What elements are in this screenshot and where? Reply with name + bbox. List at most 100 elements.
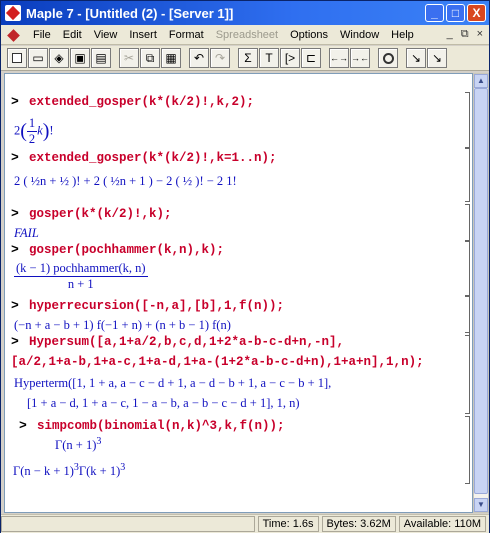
command-input[interactable]: gosper(k*(k/2)!,k); bbox=[29, 207, 172, 221]
undo-icon: ↶ bbox=[193, 51, 205, 65]
status-available: Available: 110M bbox=[398, 516, 486, 532]
status-bytes: Bytes: 3.62M bbox=[321, 516, 396, 532]
command-input[interactable]: gosper(pochhammer(k,n),k); bbox=[29, 243, 224, 257]
command-input[interactable]: hyperrecursion([-n,a],[b],1,f(n)); bbox=[29, 299, 284, 313]
exponent: 3 bbox=[96, 436, 102, 447]
stop-icon bbox=[382, 52, 394, 64]
zoom-out-button[interactable]: ↘ bbox=[427, 48, 447, 68]
document-icon[interactable] bbox=[7, 28, 21, 42]
denominator: 2 bbox=[28, 132, 36, 146]
doc-restore-button[interactable]: ⧉ bbox=[461, 28, 469, 41]
redo-button[interactable]: ↷ bbox=[210, 48, 230, 68]
command-input[interactable]: Hypersum([a,1+a/2,b,c,d,1+2*a-b-c-d+n,-n… bbox=[29, 335, 344, 349]
zoom-in-button[interactable]: ↘ bbox=[406, 48, 426, 68]
scroll-down-arrow-icon[interactable]: ▼ bbox=[474, 498, 488, 512]
status-message bbox=[1, 516, 255, 532]
paste-icon: ▦ bbox=[165, 51, 177, 65]
group-bracket[interactable] bbox=[465, 332, 470, 414]
doc-close-button[interactable]: × bbox=[477, 28, 483, 41]
fraction: 12 bbox=[26, 116, 38, 147]
menu-edit[interactable]: Edit bbox=[57, 29, 88, 41]
text-input-button[interactable]: T bbox=[259, 48, 279, 68]
zoom-out-icon: ↘ bbox=[431, 51, 443, 65]
prompt: > bbox=[11, 334, 19, 349]
worksheet[interactable]: > extended_gosper(k*(k/2)!,k,2); 2(1 2 k)!… bbox=[4, 73, 473, 513]
output-6a: Hyperterm([1, 1 + a, a − c − d + 1, a − … bbox=[14, 376, 332, 390]
output-2: 2 ( ½n + ½ )! + 2 ( ½n + 1 ) − 2 ( ½ )! … bbox=[14, 174, 237, 188]
maple-window: Maple 7 - [Untitled (2) - [Server 1]] _ … bbox=[0, 0, 490, 533]
open-url-button[interactable]: ◈ bbox=[49, 48, 69, 68]
maximize-button[interactable]: □ bbox=[446, 4, 465, 22]
menu-window[interactable]: Window bbox=[334, 29, 385, 41]
menu-insert[interactable]: Insert bbox=[123, 29, 163, 41]
gamma-term: Γ(n + 1) bbox=[55, 438, 97, 453]
text-icon: T bbox=[265, 51, 273, 65]
prompt: > bbox=[11, 206, 19, 221]
indent-right-button[interactable]: →← bbox=[350, 48, 370, 68]
cut-button[interactable]: ✂ bbox=[119, 48, 139, 68]
group-bracket[interactable] bbox=[465, 148, 470, 202]
open-folder-icon: ▭ bbox=[32, 51, 44, 65]
command-input-continued[interactable]: [a/2,1+a-b,1+a-c,1+a-d,1+a-(1+2*a-b-c-d+… bbox=[11, 355, 424, 369]
command-input[interactable]: simpcomb(binomial(n,k)^3,k,f(n)); bbox=[37, 419, 285, 433]
numerator: 1 bbox=[26, 116, 38, 132]
numerator: (k − 1) pochhammer(k, n) bbox=[14, 261, 148, 277]
vertical-scrollbar[interactable]: ▲ ▼ bbox=[473, 73, 489, 513]
output-7-numerator: Γ(n + 1)3 bbox=[55, 436, 101, 453]
menu-help[interactable]: Help bbox=[385, 29, 420, 41]
new-file-icon bbox=[12, 53, 22, 63]
output-text: ! bbox=[49, 123, 54, 138]
maple-leaf-icon bbox=[5, 5, 21, 21]
menu-file[interactable]: File bbox=[27, 29, 57, 41]
math-input-button[interactable]: Σ bbox=[238, 48, 258, 68]
paste-button[interactable]: ▦ bbox=[161, 48, 181, 68]
group-bracket[interactable] bbox=[465, 296, 470, 336]
denominator: n + 1 bbox=[67, 277, 94, 291]
undo-button[interactable]: ↶ bbox=[189, 48, 209, 68]
indent-left-button[interactable]: ←→ bbox=[329, 48, 349, 68]
group-bracket[interactable] bbox=[465, 416, 470, 484]
prompt: > bbox=[11, 150, 19, 165]
minimize-button[interactable]: _ bbox=[425, 4, 444, 22]
output-7-denominator: Γ(n − k + 1)3Γ(k + 1)3 bbox=[13, 462, 125, 479]
group-bracket[interactable] bbox=[465, 240, 470, 296]
insert-section-button[interactable]: ⊏ bbox=[301, 48, 321, 68]
status-bar: Time: 1.6s Bytes: 3.62M Available: 110M bbox=[1, 514, 489, 533]
menu-spreadsheet[interactable]: Spreadsheet bbox=[210, 29, 284, 41]
output-3: FAIL bbox=[14, 226, 39, 240]
menu-options[interactable]: Options bbox=[284, 29, 334, 41]
scroll-up-arrow-icon[interactable]: ▲ bbox=[474, 74, 488, 88]
group-icon: [> bbox=[284, 51, 296, 65]
command-input[interactable]: extended_gosper(k*(k/2)!,k,2); bbox=[29, 95, 254, 109]
menu-bar: File Edit View Insert Format Spreadsheet… bbox=[1, 25, 489, 45]
toolbar: ▭ ◈ ▣ ▤ ✂ ⧉ ▦ ↶ ↷ Σ T [> ⊏ ←→ →← ↘ ↘ bbox=[1, 46, 489, 71]
command-input[interactable]: extended_gosper(k*(k/2)!,k=1..n); bbox=[29, 151, 277, 165]
scroll-thumb[interactable] bbox=[474, 88, 488, 494]
redo-icon: ↷ bbox=[214, 51, 226, 65]
section-icon: ⊏ bbox=[305, 51, 317, 65]
sigma-icon: Σ bbox=[244, 51, 252, 65]
gamma-term: Γ(k + 1) bbox=[78, 464, 121, 479]
prompt: > bbox=[11, 298, 19, 313]
doc-minimize-button[interactable]: _ bbox=[447, 28, 453, 41]
floppy-icon: ▣ bbox=[74, 51, 86, 65]
new-file-button[interactable] bbox=[7, 48, 27, 68]
scissors-icon: ✂ bbox=[123, 51, 135, 65]
group-bracket[interactable] bbox=[465, 92, 470, 148]
url-icon: ◈ bbox=[54, 51, 64, 65]
insert-group-button[interactable]: [> bbox=[280, 48, 300, 68]
copy-button[interactable]: ⧉ bbox=[140, 48, 160, 68]
document-controls: _ ⧉ × bbox=[447, 28, 483, 41]
paren: ( bbox=[20, 120, 27, 142]
open-file-button[interactable]: ▭ bbox=[28, 48, 48, 68]
fraction: (k − 1) pochhammer(k, n) n + 1 bbox=[14, 261, 148, 292]
stop-button[interactable] bbox=[378, 48, 398, 68]
print-button[interactable]: ▤ bbox=[91, 48, 111, 68]
save-button[interactable]: ▣ bbox=[70, 48, 90, 68]
close-button[interactable]: X bbox=[467, 4, 486, 22]
menu-format[interactable]: Format bbox=[163, 29, 210, 41]
title-bar[interactable]: Maple 7 - [Untitled (2) - [Server 1]] _ … bbox=[1, 1, 489, 25]
group-bracket[interactable] bbox=[465, 204, 470, 242]
prompt: > bbox=[19, 418, 27, 433]
menu-view[interactable]: View bbox=[88, 29, 124, 41]
